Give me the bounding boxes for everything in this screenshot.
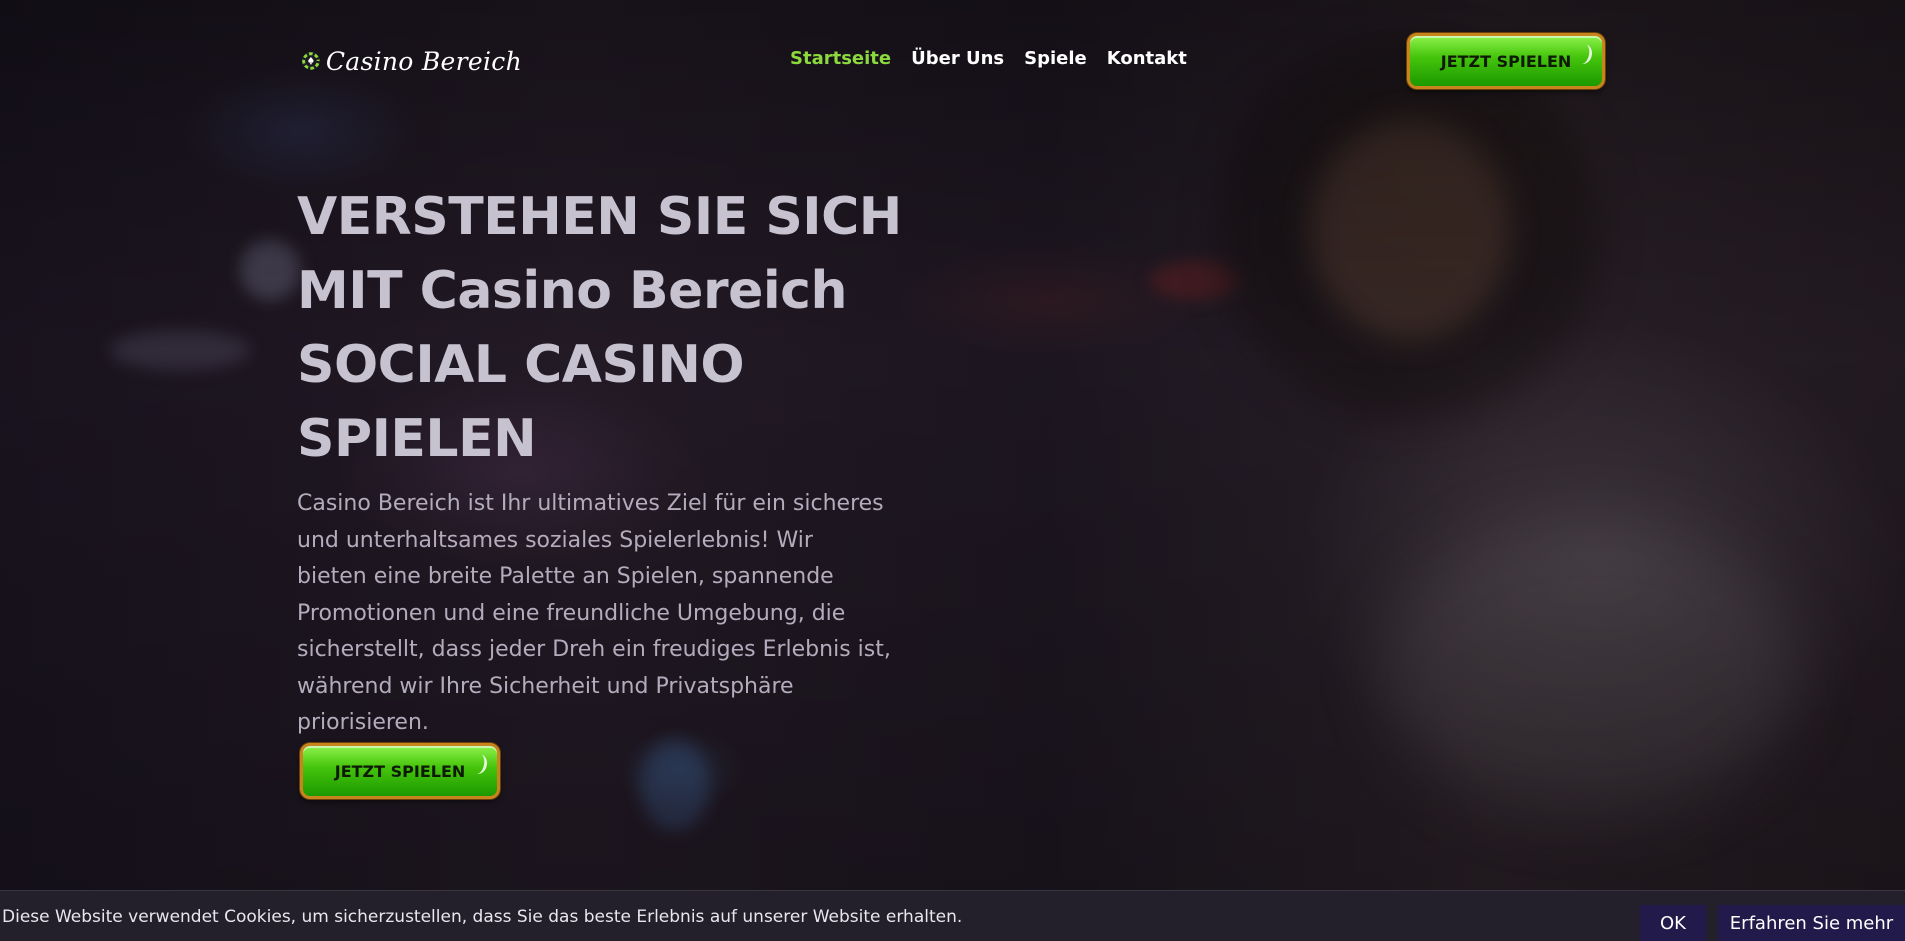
cookie-banner: Diese Website verwendet Cookies, um sich… <box>0 890 1905 941</box>
description-line: sicherstellt, dass jeder Dreh ein freudi… <box>297 637 891 662</box>
headline-line: MIT Casino Bereich <box>297 261 848 321</box>
hero-play-button-label: JETZT SPIELEN <box>334 761 466 781</box>
nav-item-kontakt[interactable]: Kontakt <box>1107 48 1187 69</box>
description-line: während wir Ihre Sicherheit und Privatsp… <box>297 673 794 699</box>
main-nav: Startseite Über Uns Spiele Kontakt <box>790 48 1187 69</box>
description-line: und unterhaltsames soziales Spielerlebni… <box>297 527 813 553</box>
headline-line: VERSTEHEN SIE SICH <box>297 187 902 247</box>
cookie-ok-button[interactable]: OK <box>1640 905 1706 941</box>
hero-description: Casino Bereich ist Ihr ultimatives Ziel … <box>297 486 957 742</box>
cookie-learn-more-button[interactable]: Erfahren Sie mehr <box>1718 905 1905 941</box>
nav-item-startseite[interactable]: Startseite <box>790 48 891 69</box>
nav-item-ueber-uns[interactable]: Über Uns <box>911 48 1004 69</box>
logo-text: Casino Bereich <box>325 46 522 76</box>
header-play-button[interactable]: JETZT SPIELEN <box>1407 33 1605 89</box>
headline-line: SPIELEN <box>297 409 537 469</box>
headline-line: SOCIAL CASINO <box>297 335 745 395</box>
header-play-button-label: JETZT SPIELEN <box>1440 51 1572 71</box>
hero-play-button[interactable]: JETZT SPIELEN <box>300 743 500 799</box>
casino-chip-spade-icon <box>302 52 320 70</box>
hero-headline: VERSTEHEN SIE SICH MIT Casino Bereich SO… <box>297 180 937 476</box>
description-line: priorisieren. <box>297 710 429 735</box>
hero-background <box>0 0 1905 890</box>
site-logo[interactable]: Casino Bereich <box>302 32 522 90</box>
description-line: Casino Bereich ist Ihr ultimatives Ziel … <box>297 491 884 516</box>
description-line: bieten eine breite Palette an Spielen, s… <box>297 564 834 589</box>
nav-item-spiele[interactable]: Spiele <box>1024 48 1087 69</box>
hero-overlay <box>0 0 1905 890</box>
cookie-notice-text: Diese Website verwendet Cookies, um sich… <box>2 907 963 927</box>
description-line: Promotionen und eine freundliche Umgebun… <box>297 600 846 626</box>
